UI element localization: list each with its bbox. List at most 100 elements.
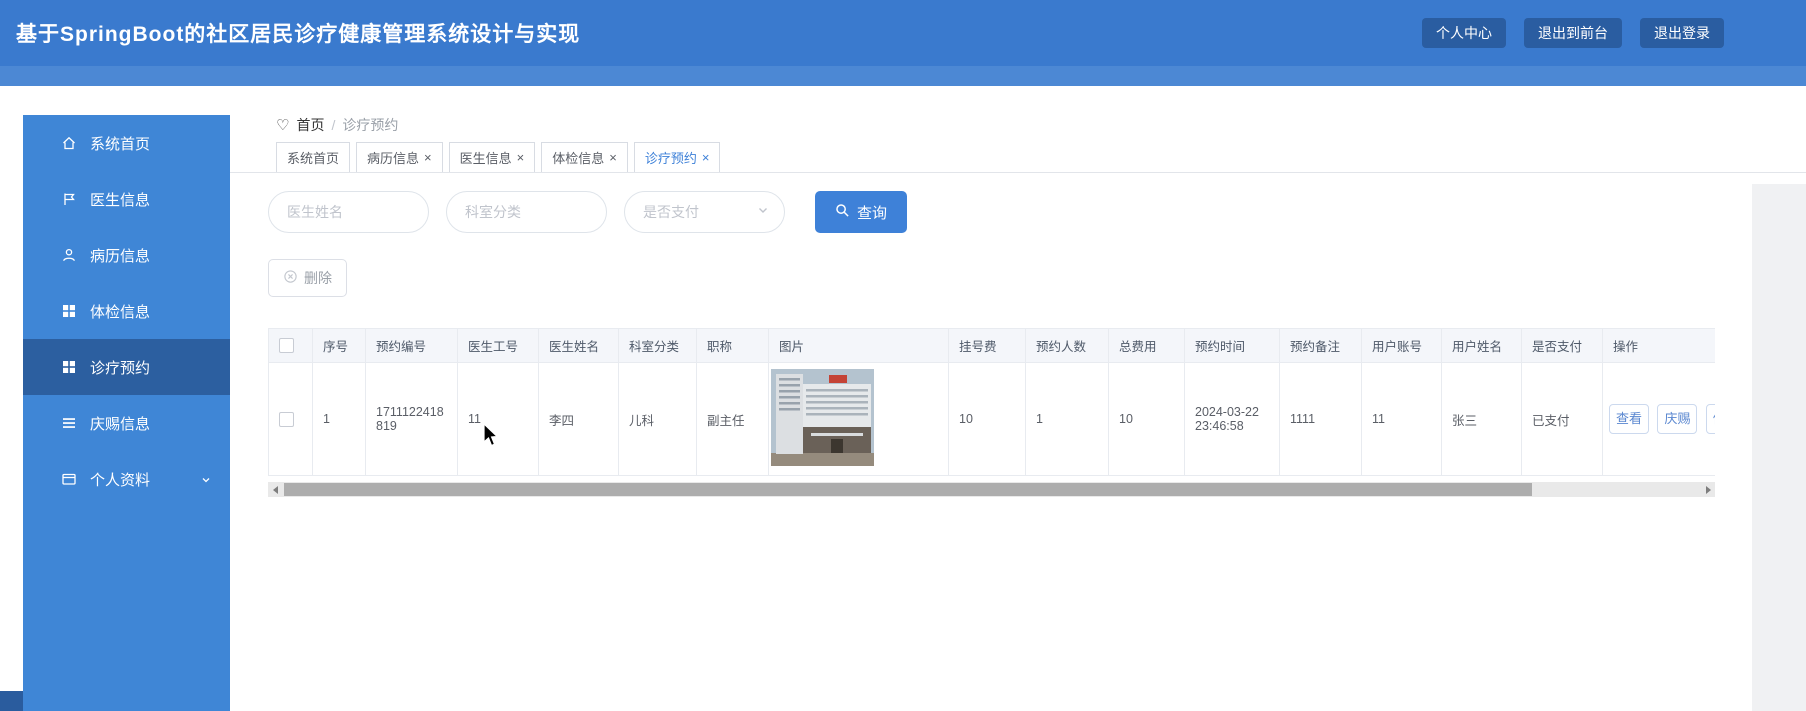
horizontal-scrollbar[interactable] <box>268 482 1715 497</box>
tab-label: 病历信息 <box>367 151 420 166</box>
col-header-appointment-no: 预约编号 <box>365 328 458 363</box>
col-header-doctor-no: 医生工号 <box>457 328 539 363</box>
sidebar-item-qingci-info[interactable]: 庆赐信息 <box>23 395 230 451</box>
filter-bar: 是否支付 查询 <box>268 191 1806 233</box>
cell-image <box>768 362 949 476</box>
sidebar-item-doctor-info[interactable]: 医生信息 <box>23 171 230 227</box>
content-panel: 是否支付 查询 删除 <box>230 191 1806 497</box>
sidebar-item-personal-profile[interactable]: 个人资料 <box>23 451 230 507</box>
sidebar-item-label: 病历信息 <box>90 247 151 265</box>
tab-doctor-info[interactable]: 医生信息 × <box>448 142 536 172</box>
table-toolbar: 删除 <box>268 259 1806 297</box>
tab-physical-exam-info[interactable]: 体检信息 × <box>541 142 628 172</box>
breadcrumb-separator-icon: / <box>331 117 336 133</box>
table-row: 1 1711122418819 11 李四 儿科 副主任 10 1 10 202… <box>268 362 1715 476</box>
cell-payment-status: 已支付 <box>1521 362 1603 476</box>
col-header-department: 科室分类 <box>618 328 697 363</box>
query-button[interactable]: 查询 <box>815 191 907 233</box>
breadcrumb: ♡ 首页 / 诊疗预约 <box>230 86 1806 134</box>
grid-icon <box>61 359 77 375</box>
profile-center-button[interactable]: 个人中心 <box>1422 18 1506 48</box>
sidebar: 系统首页 医生信息 病历信息 体检信息 诊疗预约 庆赐信息 个人资料 <box>23 115 230 711</box>
breadcrumb-home[interactable]: 首页 <box>296 115 324 135</box>
sidebar-item-physical-exam-info[interactable]: 体检信息 <box>23 283 230 339</box>
sidebar-item-medical-record-info[interactable]: 病历信息 <box>23 227 230 283</box>
cell-user-account: 11 <box>1361 362 1442 476</box>
chevron-down-icon <box>756 203 770 222</box>
cell-total-fee: 10 <box>1108 362 1185 476</box>
scroll-right-arrow-icon[interactable] <box>1701 482 1715 497</box>
tab-label: 诊疗预约 <box>644 151 697 166</box>
query-button-label: 查询 <box>856 204 887 222</box>
appointments-table: 序号 预约编号 医生工号 医生姓名 科室分类 职称 图片 挂号费 预约人数 总费… <box>268 328 1715 476</box>
grid-icon <box>61 303 77 319</box>
delete-button-label: 删除 <box>304 270 332 286</box>
right-background-strip <box>1752 184 1806 711</box>
tab-close-icon[interactable]: × <box>517 150 525 165</box>
breadcrumb-current: 诊疗预约 <box>342 117 399 133</box>
sidebar-item-home[interactable]: 系统首页 <box>23 115 230 171</box>
cell-appointment-count: 1 <box>1025 362 1109 476</box>
tab-label: 系统首页 <box>287 151 340 166</box>
scroll-left-arrow-icon[interactable] <box>268 482 282 497</box>
hospital-photo <box>771 369 874 466</box>
cell-doctor-no: 11 <box>457 362 539 476</box>
sidebar-item-label: 体检信息 <box>90 303 151 321</box>
bottom-left-block <box>0 691 23 711</box>
tab-medical-record-info[interactable]: 病历信息 × <box>356 142 443 172</box>
department-input[interactable] <box>446 191 607 233</box>
list-icon <box>61 415 77 431</box>
heart-icon: ♡ <box>276 117 290 134</box>
app-header: 基于SpringBoot的社区居民诊疗健康管理系统设计与实现 个人中心 退出到前… <box>0 0 1806 66</box>
app-title: 基于SpringBoot的社区居民诊疗健康管理系统设计与实现 <box>16 23 581 46</box>
col-header-appointment-count: 预约人数 <box>1025 328 1109 363</box>
header-subbar <box>0 66 1806 86</box>
edit-button[interactable]: 修改 <box>1705 404 1715 434</box>
col-header-user-account: 用户账号 <box>1361 328 1442 363</box>
cell-appointment-no: 1711122418819 <box>365 362 458 476</box>
cell-user-name: 张三 <box>1441 362 1522 476</box>
table-header-row: 序号 预约编号 医生工号 医生姓名 科室分类 职称 图片 挂号费 预约人数 总费… <box>268 328 1715 363</box>
tab-treatment-appointment[interactable]: 诊疗预约 × <box>633 142 721 172</box>
cell-registration-fee: 10 <box>948 362 1026 476</box>
logout-button[interactable]: 退出登录 <box>1640 18 1724 48</box>
row-checkbox[interactable] <box>279 411 294 427</box>
col-header-appointment-time: 预约时间 <box>1184 328 1280 363</box>
header-actions: 个人中心 退出到前台 退出登录 <box>1422 18 1724 48</box>
exit-to-front-button[interactable]: 退出到前台 <box>1524 18 1622 48</box>
cell-doctor-name: 李四 <box>538 362 619 476</box>
scrollbar-thumb[interactable] <box>284 483 1532 496</box>
tab-close-icon[interactable]: × <box>424 150 432 165</box>
main-area: ♡ 首页 / 诊疗预约 系统首页 病历信息 × 医生信息 × 体检信息 × 诊疗… <box>230 86 1806 711</box>
table-viewport: 序号 预约编号 医生工号 医生姓名 科室分类 职称 图片 挂号费 预约人数 总费… <box>268 328 1715 476</box>
tab-close-icon[interactable]: × <box>609 150 617 165</box>
tab-bar: 系统首页 病历信息 × 医生信息 × 体检信息 × 诊疗预约 × <box>230 142 1806 173</box>
flag-icon <box>61 191 77 207</box>
col-header-job-title: 职称 <box>696 328 769 363</box>
col-header-payment-status: 是否支付 <box>1521 328 1603 363</box>
payment-status-select[interactable]: 是否支付 <box>624 191 785 233</box>
delete-icon <box>283 269 298 287</box>
sidebar-item-treatment-appointment[interactable]: 诊疗预约 <box>23 339 230 395</box>
qingci-button[interactable]: 庆赐 <box>1657 404 1698 434</box>
select-all-checkbox[interactable] <box>279 338 294 354</box>
col-header-registration-fee: 挂号费 <box>948 328 1026 363</box>
tab-home[interactable]: 系统首页 <box>276 142 351 172</box>
tab-label: 体检信息 <box>552 151 605 166</box>
delete-button[interactable]: 删除 <box>268 259 347 297</box>
screen: 基于SpringBoot的社区居民诊疗健康管理系统设计与实现 个人中心 退出到前… <box>0 0 1806 711</box>
view-button[interactable]: 查看 <box>1609 404 1649 434</box>
tab-label: 医生信息 <box>459 151 512 166</box>
sidebar-item-label: 庆赐信息 <box>90 415 151 433</box>
folder-icon <box>61 471 77 487</box>
tab-close-icon[interactable]: × <box>702 150 710 165</box>
select-placeholder: 是否支付 <box>643 204 699 220</box>
sidebar-item-label: 诊疗预约 <box>90 359 151 377</box>
cell-operations: 查看 庆赐 修改 <box>1602 362 1715 476</box>
col-header-doctor-name: 医生姓名 <box>538 328 619 363</box>
col-header-seq: 序号 <box>312 328 366 363</box>
search-icon <box>835 203 850 222</box>
appointments-table-wrap: 序号 预约编号 医生工号 医生姓名 科室分类 职称 图片 挂号费 预约人数 总费… <box>268 328 1715 497</box>
user-icon <box>61 247 77 263</box>
doctor-name-input[interactable] <box>268 191 429 233</box>
